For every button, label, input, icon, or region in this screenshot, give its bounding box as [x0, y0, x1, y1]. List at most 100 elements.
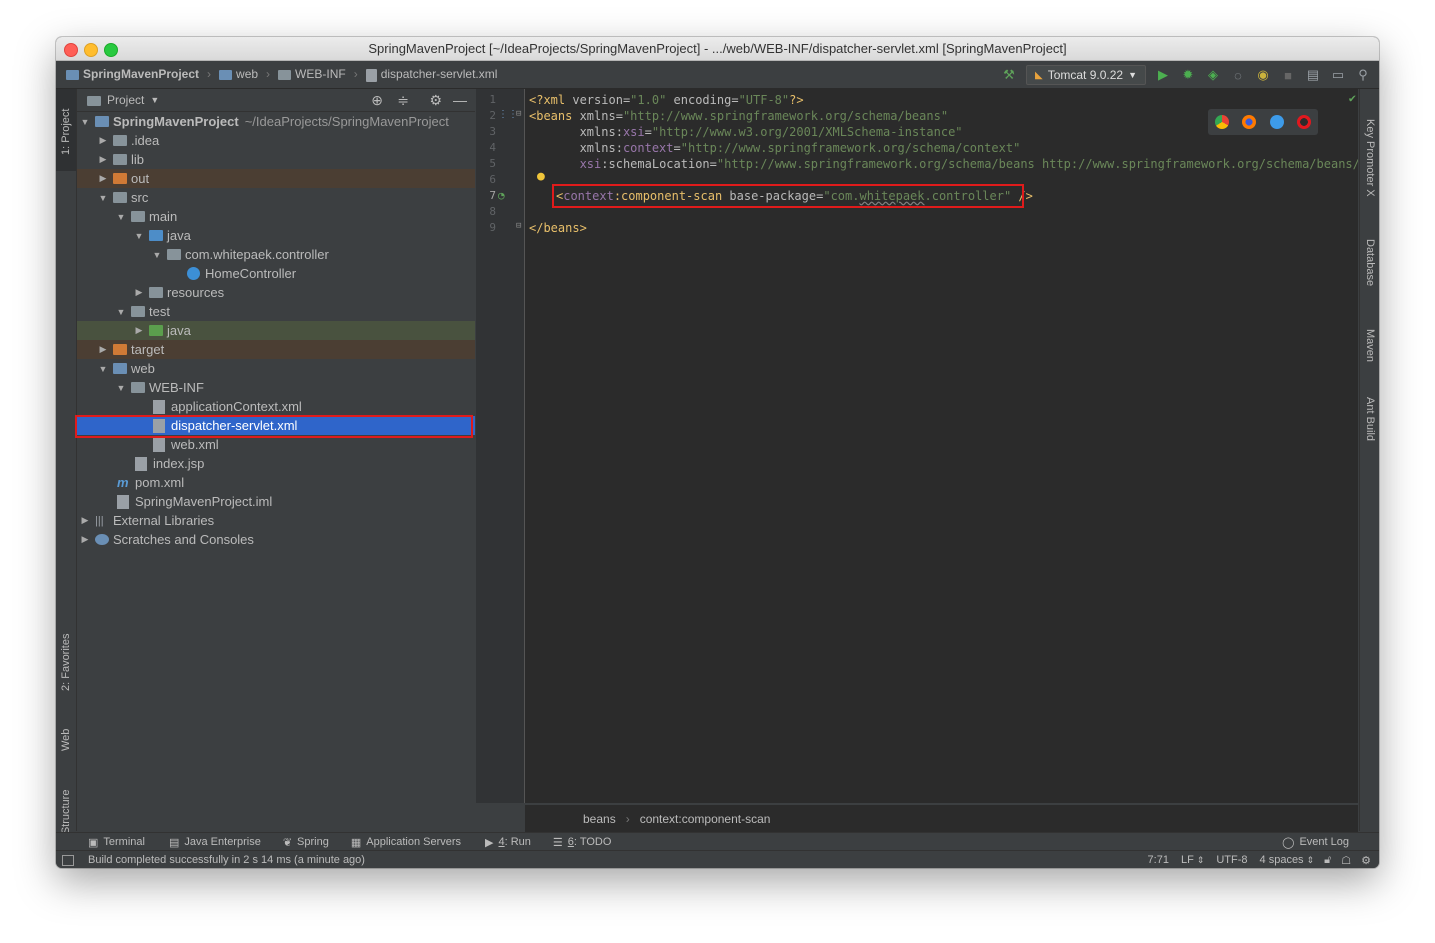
firefox-icon[interactable] — [1242, 115, 1257, 129]
expand-arrow-icon[interactable]: ▼ — [115, 212, 127, 222]
code-editor[interactable]: <?xml version="1.0" encoding="UTF-8"?> <… — [525, 89, 1358, 803]
gear-icon[interactable]: ⚙ — [429, 92, 442, 109]
chevron-down-icon[interactable]: ▼ — [150, 95, 159, 105]
toggle-tool-windows-icon[interactable] — [62, 854, 74, 866]
tab-web[interactable]: Web — [56, 711, 76, 761]
nav-crumb-webinf[interactable]: WEB-INF — [295, 67, 346, 81]
java-enterprise-tab[interactable]: ▤ Java Enterprise — [169, 836, 261, 849]
run-tab[interactable]: ▶ 4: Run — [485, 836, 531, 849]
inspection-ok-icon[interactable]: ✔ — [1349, 91, 1356, 105]
tab-key-promoter-x[interactable]: Key Promoter X — [1360, 99, 1379, 209]
spring-xml-file-icon — [153, 418, 165, 433]
tree-row-applicationcontext[interactable]: applicationContext.xml — [77, 397, 475, 416]
nav-crumb-project[interactable]: SpringMavenProject — [83, 67, 199, 81]
application-servers-tab[interactable]: ▦ Application Servers — [351, 836, 461, 849]
nav-crumb-web[interactable]: web — [236, 67, 258, 81]
tree-row-external-libraries[interactable]: ▶ ||| External Libraries — [77, 511, 475, 530]
collapsed-arrow-icon[interactable]: ▶ — [79, 515, 91, 526]
inspector-icon[interactable]: ☖ — [1341, 854, 1351, 867]
window-layout-icon[interactable]: ▭ — [1330, 67, 1346, 83]
tree-row-lib[interactable]: ▶ lib — [77, 150, 475, 169]
update-app-icon[interactable]: ◉ — [1255, 67, 1271, 83]
event-log-tab[interactable]: ◯ Event Log — [1282, 836, 1349, 849]
status-message[interactable]: Build completed successfully in 2 s 14 m… — [88, 854, 365, 866]
tree-row-resources[interactable]: ▶ resources — [77, 283, 475, 302]
locate-file-icon[interactable]: ⊕ — [371, 92, 383, 109]
tree-row-webxml[interactable]: web.xml — [77, 435, 475, 454]
tree-row-dispatcher-servlet[interactable]: dispatcher-servlet.xml — [77, 416, 475, 435]
todo-tab[interactable]: ☰ 6: TODO — [553, 836, 612, 849]
tab-ant-build[interactable]: Ant Build — [1360, 377, 1379, 447]
project-view-title[interactable]: Project — [107, 93, 144, 107]
nav-crumb-file[interactable]: dispatcher-servlet.xml — [381, 67, 498, 81]
line-separator[interactable]: LF — [1181, 854, 1194, 866]
ide-window: SpringMavenProject [~/IdeaProjects/Sprin… — [56, 37, 1379, 868]
expand-arrow-icon[interactable]: ▼ — [97, 364, 109, 374]
terminal-tab[interactable]: ▣ Terminal — [88, 836, 145, 849]
opera-icon[interactable] — [1297, 115, 1312, 129]
fold-marker-icon[interactable]: ⊟ — [516, 221, 521, 231]
debug-icon[interactable]: ✹ — [1180, 67, 1196, 83]
spring-tab[interactable]: ❦ Spring — [283, 836, 329, 849]
build-hammer-icon[interactable]: ⚒ — [1001, 67, 1017, 83]
tree-row-package[interactable]: ▼ com.whitepaek.controller — [77, 245, 475, 264]
file-encoding[interactable]: UTF-8 — [1216, 854, 1247, 866]
tree-row-indexjsp[interactable]: index.jsp — [77, 454, 475, 473]
tree-row-project-root[interactable]: ▼ SpringMavenProject ~/IdeaProjects/Spri… — [77, 112, 475, 131]
collapsed-arrow-icon[interactable]: ▶ — [133, 325, 145, 336]
collapsed-arrow-icon[interactable]: ▶ — [79, 534, 91, 545]
fold-marker-icon[interactable]: ⊟ — [516, 109, 521, 119]
collapse-all-icon[interactable]: ≑ — [397, 92, 409, 109]
expand-arrow-icon[interactable]: ▼ — [97, 193, 109, 203]
project-structure-icon[interactable]: ▤ — [1305, 67, 1321, 83]
search-everywhere-icon[interactable]: ⚲ — [1355, 67, 1371, 83]
tree-row-web[interactable]: ▼ web — [77, 359, 475, 378]
coverage-icon[interactable]: ◈ — [1205, 67, 1221, 83]
tree-row-pomxml[interactable]: m pom.xml — [77, 473, 475, 492]
expand-arrow-icon[interactable]: ▼ — [115, 383, 127, 393]
collapsed-arrow-icon[interactable]: ▶ — [97, 135, 109, 146]
tree-row-idea[interactable]: ▶ .idea — [77, 131, 475, 150]
editor-crumb-component-scan[interactable]: context:component-scan — [640, 812, 771, 826]
indent-setting[interactable]: 4 spaces — [1260, 854, 1304, 866]
hide-panel-icon[interactable]: — — [453, 92, 467, 108]
xml-tag: </beans> — [529, 221, 587, 235]
tree-row-src[interactable]: ▼ src — [77, 188, 475, 207]
lightbulb-icon[interactable]: ● — [537, 169, 545, 184]
tab-maven[interactable]: Maven — [1360, 309, 1379, 369]
expand-arrow-icon[interactable]: ▼ — [151, 250, 163, 260]
expand-arrow-icon[interactable]: ▼ — [115, 307, 127, 317]
tree-row-test-java[interactable]: ▶ java — [77, 321, 475, 340]
tree-row-test[interactable]: ▼ test — [77, 302, 475, 321]
spring-beans-gutter-icon[interactable]: ⋮⋮ — [498, 109, 518, 120]
stop-icon[interactable]: ■ — [1280, 67, 1296, 83]
chrome-icon[interactable] — [1214, 115, 1229, 129]
expand-arrow-icon[interactable]: ▼ — [133, 231, 145, 241]
expand-arrow-icon[interactable]: ▼ — [79, 117, 91, 127]
xml-eq: = — [673, 141, 681, 155]
editor-crumb-beans[interactable]: beans — [583, 812, 616, 826]
tree-row-target[interactable]: ▶ target — [77, 340, 475, 359]
tree-row-scratches[interactable]: ▶ Scratches and Consoles — [77, 530, 475, 549]
tree-row-out[interactable]: ▶ out — [77, 169, 475, 188]
collapsed-arrow-icon[interactable]: ▶ — [97, 154, 109, 165]
memory-settings-icon[interactable]: ⚙ — [1361, 854, 1371, 867]
spring-scan-gutter-icon[interactable]: ◔ — [498, 189, 505, 202]
caret-position[interactable]: 7:71 — [1148, 854, 1169, 866]
profile-icon[interactable]: ◌ — [1230, 67, 1246, 83]
collapsed-arrow-icon[interactable]: ▶ — [97, 173, 109, 184]
tab-favorites[interactable]: 2: Favorites — [56, 629, 76, 707]
run-icon[interactable]: ▶ — [1155, 67, 1171, 83]
tree-row-webinf[interactable]: ▼ WEB-INF — [77, 378, 475, 397]
safari-icon[interactable] — [1269, 115, 1284, 129]
tree-row-main[interactable]: ▼ main — [77, 207, 475, 226]
tab-database[interactable]: Database — [1360, 219, 1379, 289]
run-configuration-select[interactable]: ◣ Tomcat 9.0.22 ▼ — [1026, 65, 1146, 85]
collapsed-arrow-icon[interactable]: ▶ — [133, 287, 145, 298]
tree-row-iml[interactable]: SpringMavenProject.iml — [77, 492, 475, 511]
tree-row-main-java[interactable]: ▼ java — [77, 226, 475, 245]
collapsed-arrow-icon[interactable]: ▶ — [97, 344, 109, 355]
lock-icon[interactable]: 🔓︎ — [1324, 854, 1331, 867]
tree-row-homecontroller[interactable]: HomeController — [77, 264, 475, 283]
tab-project[interactable]: 1: Project — [56, 89, 76, 171]
